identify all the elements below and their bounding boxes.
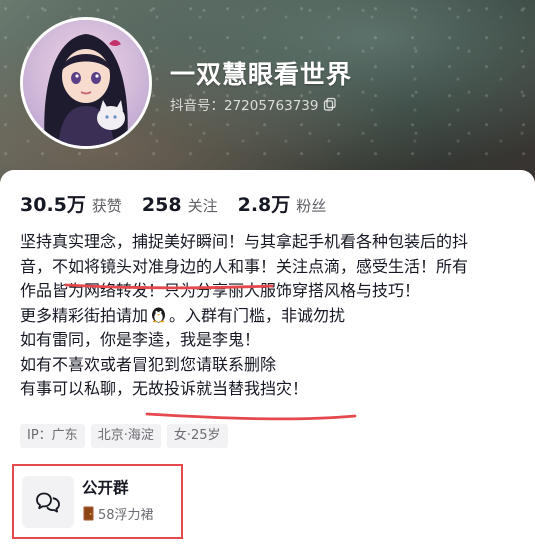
penguin-emoji-icon — [150, 306, 167, 323]
bio-line: 作品皆为网络转发！只为分享丽人服饰穿搭风格与技巧！ — [20, 281, 421, 300]
annotation-underline-2 — [145, 412, 357, 421]
bio-line-text: 更多精彩街拍请加 — [20, 305, 149, 325]
stat-following-value: 258 — [141, 194, 182, 216]
group-chat-icon — [22, 476, 74, 528]
tag-ip-location: IP：广东 — [20, 424, 85, 448]
group-subtitle: 58浮力裙 — [82, 504, 154, 523]
bio-line: 更多精彩街拍请加 。入群有门槛，非诚勿扰 — [20, 304, 520, 329]
avatar-illustration — [23, 20, 149, 146]
avatar[interactable] — [20, 17, 152, 149]
tag-location: 北京·海淀 — [90, 424, 161, 448]
stat-likes-value: 30.5万 — [20, 194, 86, 216]
stats-row: 30.5万 获赞 258 关注 2.8万 粉丝 — [20, 190, 346, 217]
bio-line: 有事可以私聊，无故投诉就当替我挡灾！ — [20, 379, 309, 398]
stat-likes-label: 获赞 — [91, 197, 122, 215]
profile-info-card: 30.5万 获赞 258 关注 2.8万 粉丝 坚持真实理念，捕捉美好瞬间！与其… — [0, 170, 535, 545]
stat-following[interactable]: 258 关注 — [142, 194, 218, 216]
group-name: 58浮力裙 — [98, 508, 154, 523]
bio-line-text: 。入群有门槛，非诚勿扰 — [169, 305, 346, 325]
copy-icon[interactable] — [323, 97, 337, 111]
stat-following-label: 关注 — [187, 197, 218, 215]
profile-header-background: 一双慧眼看世界 抖音号：27205763739 — [0, 0, 535, 190]
stat-followers-value: 2.8万 — [237, 194, 291, 216]
nickname: 一双慧眼看世界 — [170, 60, 353, 89]
bio-line: 音，不如将镜头对准身边的人和事！关注点滴，感受生活！所有 — [20, 256, 469, 276]
stat-likes[interactable]: 30.5万 获赞 — [20, 190, 122, 217]
public-group-entry[interactable]: 公开群 58浮力裙 — [12, 464, 183, 539]
stat-followers[interactable]: 2.8万 粉丝 — [238, 190, 327, 217]
group-title: 公开群 — [82, 479, 129, 497]
douyin-id: 抖音号：27205763739 — [170, 94, 337, 114]
bio-line: 如有不喜欢或者冒犯到您请联系删除 — [20, 354, 277, 374]
tag-gender-age: 女·25岁 — [166, 424, 228, 448]
bio-line: 坚持真实理念，捕捉美好瞬间！与其拿起手机看各种包装后的抖 — [20, 232, 469, 251]
bio-line: 如有雷同，你是李逵，我是李鬼！ — [20, 330, 261, 349]
profile-tags: IP：广东 北京·海淀 女·25岁 — [20, 424, 228, 448]
stat-followers-label: 粉丝 — [296, 197, 327, 215]
door-emoji-icon — [82, 506, 95, 521]
bio: 坚持真实理念，捕捉美好瞬间！与其拿起手机看各种包装后的抖 音，不如将镜头对准身边… — [20, 230, 520, 402]
douyin-id-text: 抖音号：27205763739 — [170, 98, 319, 114]
